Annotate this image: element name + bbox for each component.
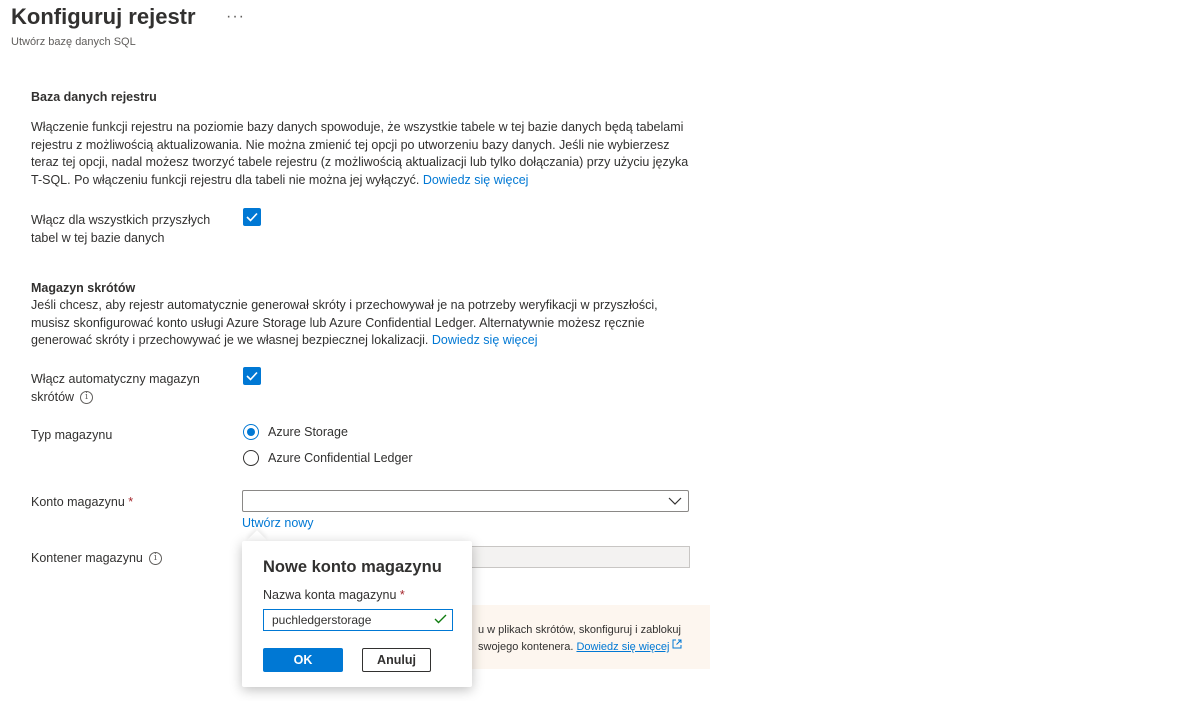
required-marker: * xyxy=(128,495,134,509)
valid-checkmark-icon xyxy=(434,614,447,624)
auto-digest-label-text: Włącz automatyczny magazyn skrótów xyxy=(31,372,200,404)
storage-container-field[interactable] xyxy=(466,546,690,568)
auto-digest-label: Włącz automatyczny magazyn skrótów i xyxy=(31,371,221,406)
enable-ledger-checkbox[interactable] xyxy=(243,208,261,226)
storage-container-label-text: Kontener magazynu xyxy=(31,551,143,565)
ok-button[interactable]: OK xyxy=(263,648,343,672)
warning-banner: u w plikach skrótów, skonfiguruj i zablo… xyxy=(466,605,710,669)
radio-azure-confidential-ledger[interactable]: Azure Confidential Ledger xyxy=(243,450,413,466)
radio-button[interactable] xyxy=(243,450,259,466)
warning-text: u w plikach skrótów, skonfiguruj i zablo… xyxy=(478,622,682,656)
account-name-input[interactable] xyxy=(263,609,453,631)
warning-line-2-wrap: swojego kontenera. Dowiedz się więcej xyxy=(478,639,682,656)
account-name-label: Nazwa konta magazynu * xyxy=(263,588,405,602)
external-link-icon xyxy=(672,639,682,649)
warning-line-2: swojego kontenera. xyxy=(478,641,574,653)
checkmark-icon xyxy=(246,371,258,381)
ledger-db-description-text: Włączenie funkcji rejestru na poziomie b… xyxy=(31,120,689,187)
cancel-button[interactable]: Anuluj xyxy=(362,648,431,672)
radio-azure-storage-label: Azure Storage xyxy=(268,425,348,439)
page-title: Konfiguruj rejestr xyxy=(11,4,196,29)
storage-container-label: Kontener magazynu i xyxy=(31,550,162,568)
digest-storage-heading: Magazyn skrótów xyxy=(31,281,136,295)
enable-ledger-label: Włącz dla wszystkich przyszłych tabel w … xyxy=(31,213,211,245)
auto-digest-checkbox[interactable] xyxy=(243,367,261,385)
digest-storage-description: Jeśli chcesz, aby rejestr automatycznie … xyxy=(31,297,691,350)
storage-account-label: Konto magazynu * xyxy=(31,494,133,512)
info-icon[interactable]: i xyxy=(148,552,162,566)
create-new-link[interactable]: Utwórz nowy xyxy=(242,516,314,530)
chevron-down-icon xyxy=(668,497,682,505)
required-marker: * xyxy=(399,588,405,602)
checkmark-icon xyxy=(246,212,258,222)
storage-type-label: Typ magazynu xyxy=(31,428,113,442)
warning-line-1: u w plikach skrótów, skonfiguruj i zablo… xyxy=(478,624,681,636)
radio-azure-storage[interactable]: Azure Storage xyxy=(243,424,348,440)
page-subtitle: Utwórz bazę danych SQL xyxy=(11,36,136,48)
account-name-label-text: Nazwa konta magazynu xyxy=(263,588,397,602)
ledger-db-learn-more-link[interactable]: Dowiedz się więcej xyxy=(423,173,529,187)
digest-storage-learn-more-link[interactable]: Dowiedz się więcej xyxy=(432,333,538,347)
popup-title: Nowe konto magazynu xyxy=(263,558,442,576)
info-icon[interactable]: i xyxy=(80,390,94,404)
digest-storage-description-text: Jeśli chcesz, aby rejestr automatycznie … xyxy=(31,298,658,347)
new-storage-account-popup: Nowe konto magazynu Nazwa konta magazynu… xyxy=(242,541,472,687)
more-options-button[interactable]: ··· xyxy=(226,8,245,26)
ledger-db-description: Włączenie funkcji rejestru na poziomie b… xyxy=(31,119,691,189)
radio-button-selected[interactable] xyxy=(243,424,259,440)
storage-account-label-text: Konto magazynu xyxy=(31,495,125,509)
storage-account-dropdown[interactable] xyxy=(242,490,689,512)
ledger-db-heading: Baza danych rejestru xyxy=(31,90,157,104)
radio-confidential-ledger-label: Azure Confidential Ledger xyxy=(268,451,413,465)
warning-learn-more-link[interactable]: Dowiedz się więcej xyxy=(576,641,669,653)
